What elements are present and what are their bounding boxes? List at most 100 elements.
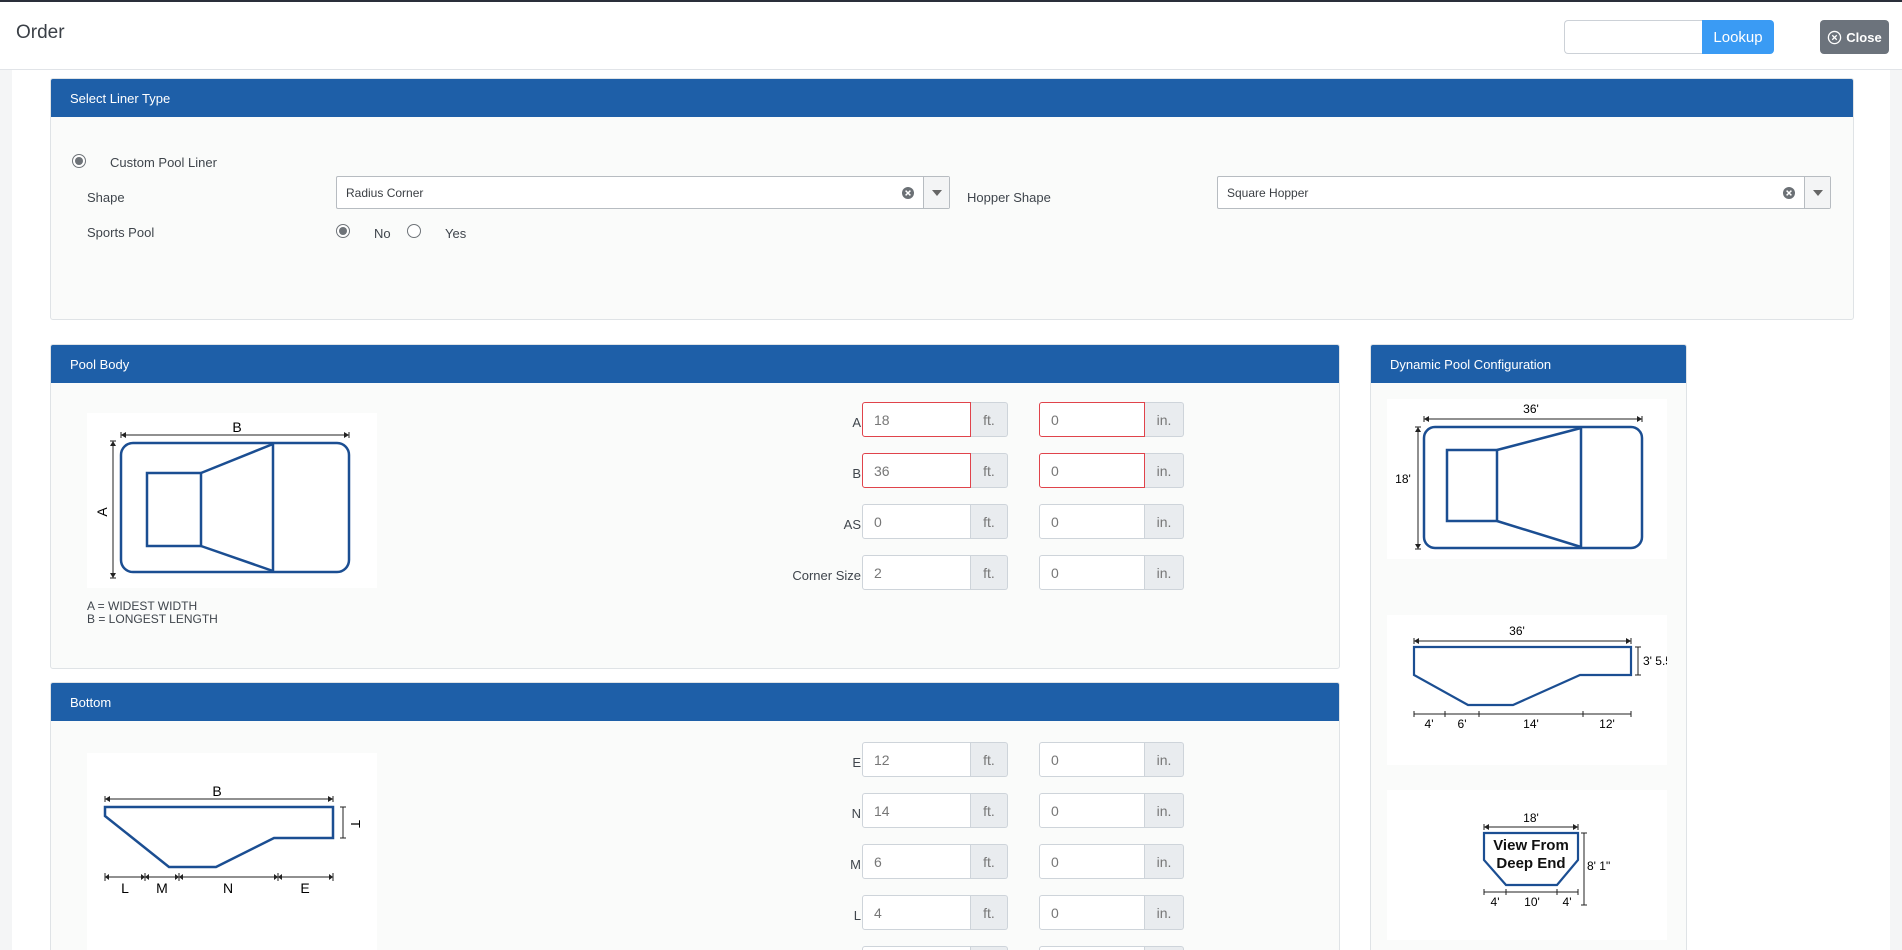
field-label-as: AS [843,517,861,532]
e-ft-input[interactable] [862,742,971,777]
field-label-b: B [852,466,861,481]
liner-type-heading: Select Liner Type [51,79,1853,117]
field-label-corner-size: Corner Size [792,568,861,583]
order-modal: Order Lookup Close Select Liner Type Cus… [0,2,1902,950]
pool-body-heading: Pool Body [51,345,1339,383]
end-depth-label: 8' 1" [1587,859,1610,873]
close-circle-icon [1828,30,1842,44]
ft-unit: ft. [971,742,1008,777]
n-in-input[interactable] [1039,793,1145,828]
dimension-e-label: E [300,880,309,896]
top-width-label: 18' [1395,472,1411,486]
shape-select[interactable]: Radius Corner [336,176,950,209]
in-unit [1145,946,1184,950]
lookup-input[interactable] [1564,20,1702,54]
custom-pool-liner-radio[interactable] [72,154,86,168]
in-unit: in. [1145,793,1184,828]
custom-pool-liner-label: Custom Pool Liner [110,155,217,170]
in-unit: in. [1145,844,1184,879]
sports-yes-radio[interactable] [407,224,421,238]
chevron-down-icon[interactable] [1804,177,1830,208]
dimension-a-label: A [94,507,110,517]
legend-b: B = LONGEST LENGTH [87,612,218,626]
side-seg-3: 14' [1523,717,1539,731]
field-label-e: E [852,755,861,770]
dynamic-config-heading: Dynamic Pool Configuration [1371,345,1686,383]
end-view-title-1: View From [1493,837,1569,854]
l-in-input[interactable] [1039,895,1145,930]
ft-unit: ft. [971,844,1008,879]
dynamic-config-panel: Dynamic Pool Configuration 36' 18' 36' 3… [1370,344,1687,950]
close-button[interactable]: Close [1820,20,1889,54]
ft-unit: ft. [971,895,1008,930]
e-in-input[interactable] [1039,742,1145,777]
ft-unit: ft. [971,555,1008,590]
dimension-n-label: N [223,880,233,896]
modal-title: Order [16,22,65,43]
field-label-n: N [851,806,861,821]
ft-unit: ft. [971,504,1008,539]
side-seg-1: 4' [1425,717,1434,731]
as-in-input[interactable] [1039,504,1145,539]
pool-body-panel: Pool Body B A A = WIDEST WIDTH B = LONGE… [50,344,1340,669]
corner-ft-input[interactable] [862,555,971,590]
ft-unit: ft. [971,453,1008,488]
field-label-m: M [850,857,861,872]
in-unit: in. [1145,895,1184,930]
end-seg-1: 4' [1491,895,1500,909]
chevron-down-icon[interactable] [923,177,949,208]
end-width-label: 18' [1523,811,1539,825]
b-in-input[interactable] [1039,453,1145,488]
as-ft-input[interactable] [862,504,971,539]
corner-in-input[interactable] [1039,555,1145,590]
end-view-title-2: Deep End [1496,855,1565,872]
clear-icon[interactable] [1782,186,1796,200]
bottom-panel: Bottom B T L M N E E 12 ft. 0 in. N 14 f… [50,682,1340,950]
dimension-t-label: T [348,820,363,828]
hopper-shape-value: Square Hopper [1227,186,1309,200]
m-ft-input[interactable] [862,844,971,879]
pool-body-diagram: B A [87,413,377,588]
side-depth-label: 3' 5.5" [1643,654,1667,668]
hopper-shape-label: Hopper Shape [967,190,1051,205]
ft-unit [971,946,1008,950]
top-view-diagram: 36' 18' [1387,399,1667,559]
side-length-label: 36' [1509,624,1525,638]
shape-value: Radius Corner [346,186,424,200]
m-in-input[interactable] [1039,844,1145,879]
top-length-label: 36' [1523,402,1539,416]
dimension-l-label: L [121,880,129,896]
liner-type-panel: Select Liner Type Custom Pool Liner Shap… [50,78,1854,320]
ft-unit: ft. [971,402,1008,437]
in-unit: in. [1145,742,1184,777]
side-view-diagram: 36' 3' 5.5" 4' 6' 14' 12' [1387,615,1676,765]
sports-yes-label: Yes [445,226,467,241]
dimension-m-label: M [156,880,168,896]
sports-no-radio[interactable] [336,224,350,238]
bottom-heading: Bottom [51,683,1339,721]
n-ft-input[interactable] [862,793,971,828]
dimension-b-label: B [232,419,241,435]
in-unit: in. [1145,402,1184,437]
sports-no-label: No [374,226,391,241]
clear-icon[interactable] [901,186,915,200]
end-view-diagram: 18' View From Deep End 8' 1" 4' 10' 4' [1387,790,1667,940]
next-ft-input[interactable] [862,946,971,950]
close-label: Close [1846,29,1882,45]
sports-pool-label: Sports Pool [87,225,155,240]
in-unit: in. [1145,504,1184,539]
lookup-button[interactable]: Lookup [1702,20,1774,54]
hopper-shape-select[interactable]: Square Hopper [1217,176,1831,209]
end-seg-2: 10' [1524,895,1540,909]
l-ft-input[interactable] [862,895,971,930]
field-label-l: L [853,908,861,923]
b-ft-input[interactable] [862,453,971,488]
next-in-input[interactable] [1039,946,1145,950]
in-unit: in. [1145,453,1184,488]
a-ft-input[interactable] [862,402,971,437]
field-label-a: A [852,415,861,430]
bottom-diagram: B T L M N E [87,753,377,950]
end-seg-3: 4' [1563,895,1572,909]
modal-header: Order Lookup Close [0,2,1902,70]
a-in-input[interactable] [1039,402,1145,437]
